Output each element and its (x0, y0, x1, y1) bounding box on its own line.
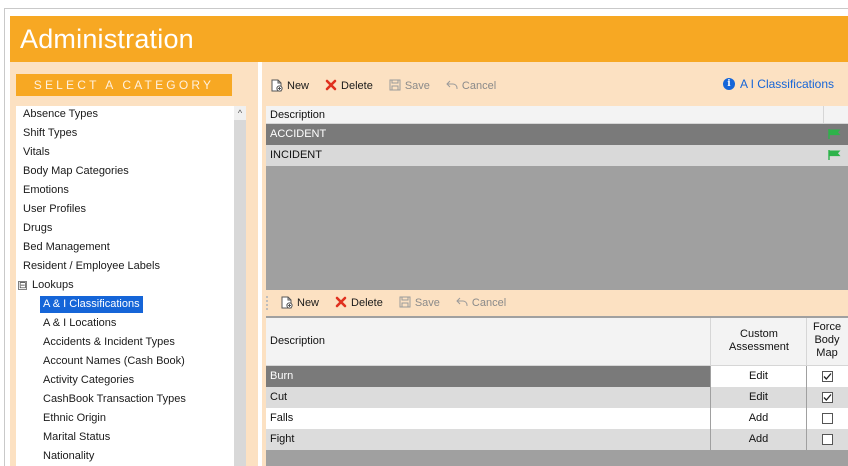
row-background (266, 387, 710, 408)
column-header-description[interactable]: Description (270, 335, 325, 347)
tree-item-absence-types[interactable]: Absence Types (20, 106, 101, 123)
undo-arrow-icon (456, 296, 468, 310)
app-window: Administration SELECT A CATEGORY Absence… (0, 0, 848, 466)
row-description: Cut (270, 391, 288, 403)
tree-item-cashbook-transaction-types[interactable]: CashBook Transaction Types (40, 391, 189, 408)
green-flag-icon (828, 150, 841, 160)
breadcrumb: i A I Classifications (722, 77, 834, 91)
new-document-icon (280, 296, 293, 311)
row-description: Fight (270, 433, 295, 445)
add-assessment-button[interactable]: Add (711, 408, 806, 429)
category-tree: Absence Types Shift Types Vitals Body Ma… (16, 106, 246, 466)
row-background (266, 429, 710, 450)
save-label: Save (414, 297, 440, 309)
table-row[interactable]: ACCIDENT (266, 124, 848, 145)
row-description: Falls (270, 412, 294, 424)
column-header-custom-assessment[interactable]: Custom Assessment (712, 328, 806, 354)
tree-item-ethnic-origin[interactable]: Ethnic Origin (40, 410, 109, 427)
grid-header: Description (266, 106, 848, 124)
new-label: New (297, 297, 320, 309)
force-body-map-cell (807, 408, 848, 429)
collapse-lookups-icon[interactable]: ⊟ (18, 281, 27, 290)
row-description: ACCIDENT (270, 128, 327, 140)
delete-x-icon (325, 79, 337, 93)
tree-item-body-map-categories[interactable]: Body Map Categories (20, 163, 132, 180)
table-row[interactable]: Fight Add (266, 429, 848, 450)
save-label: Save (404, 80, 430, 92)
green-flag-icon (828, 129, 841, 139)
edit-assessment-button[interactable]: Edit (711, 366, 806, 387)
tree-item-ai-classifications[interactable]: A & I Classifications (40, 296, 143, 313)
tree-item-ai-locations[interactable]: A & I Locations (40, 315, 119, 332)
new-type-button[interactable]: New (280, 296, 319, 311)
column-divider (710, 318, 711, 366)
types-grid: Description Custom Assessment Force Body… (266, 318, 848, 466)
title-bar: Administration (10, 16, 848, 62)
new-label: New (287, 80, 310, 92)
force-body-map-checkbox[interactable] (822, 392, 833, 403)
table-row[interactable]: Cut Edit (266, 387, 848, 408)
force-body-map-checkbox[interactable] (822, 413, 833, 424)
types-toolbar-bar: New Delete Save Cancel (266, 290, 848, 316)
save-type-button[interactable]: Save (399, 296, 440, 310)
delete-label: Delete (341, 80, 373, 92)
category-heading: SELECT A CATEGORY (16, 74, 232, 96)
cancel-label: Cancel (461, 80, 497, 92)
scroll-up-icon[interactable]: ^ (234, 106, 246, 120)
info-icon: i (722, 78, 735, 90)
tree-item-shift-types[interactable]: Shift Types (20, 125, 80, 142)
category-panel: SELECT A CATEGORY Absence Types Shift Ty… (10, 62, 258, 466)
breadcrumb-label: A I Classifications (739, 77, 834, 91)
new-button[interactable]: New (270, 79, 309, 94)
delete-label: Delete (351, 297, 383, 309)
save-button[interactable]: Save (389, 79, 430, 93)
tree-item-resident-employee-labels[interactable]: Resident / Employee Labels (20, 258, 163, 275)
types-toolbar: New Delete Save Cancel (280, 291, 840, 315)
force-body-map-cell (807, 429, 848, 450)
column-header-description[interactable]: Description (270, 109, 325, 121)
cancel-button[interactable]: Cancel (446, 79, 496, 93)
cancel-type-button[interactable]: Cancel (456, 296, 506, 310)
tree-item-account-names[interactable]: Account Names (Cash Book) (40, 353, 188, 370)
tree-item-drugs[interactable]: Drugs (20, 220, 55, 237)
delete-type-button[interactable]: Delete (335, 296, 383, 310)
tree-item-accidents-incident-types[interactable]: Accidents & Incident Types (40, 334, 178, 351)
delete-button[interactable]: Delete (325, 79, 373, 93)
table-row[interactable]: Falls Add (266, 408, 848, 429)
detail-panel: New Delete Save Cancel i A I Classificat… (262, 62, 848, 466)
tree-item-emotions[interactable]: Emotions (20, 182, 72, 199)
row-description: Burn (270, 370, 294, 382)
tree-item-vitals[interactable]: Vitals (20, 144, 53, 161)
tree-item-activity-categories[interactable]: Activity Categories (40, 372, 137, 389)
tree-item-marital-status[interactable]: Marital Status (40, 429, 113, 446)
row-background (266, 408, 710, 429)
cancel-label: Cancel (471, 297, 507, 309)
tree-scrollbar[interactable]: ^ (234, 106, 246, 466)
toolbar-grip[interactable] (266, 296, 269, 310)
undo-arrow-icon (446, 79, 458, 93)
page-title: Administration (20, 24, 194, 54)
delete-x-icon (335, 296, 347, 310)
table-row[interactable]: INCIDENT (266, 145, 848, 166)
save-disk-icon (389, 79, 401, 93)
column-divider (823, 106, 824, 124)
add-assessment-button[interactable]: Add (711, 429, 806, 450)
tree-item-user-profiles[interactable]: User Profiles (20, 201, 89, 218)
tree-item-lookups[interactable]: Lookups (29, 277, 77, 294)
grid-header: Description Custom Assessment Force Body… (266, 318, 848, 366)
force-body-map-checkbox[interactable] (822, 434, 833, 445)
row-description: INCIDENT (270, 149, 322, 161)
new-document-icon (270, 79, 283, 94)
table-row[interactable]: Burn Edit (266, 366, 848, 387)
edit-assessment-button[interactable]: Edit (711, 387, 806, 408)
tree-item-bed-management[interactable]: Bed Management (20, 239, 113, 256)
force-body-map-checkbox[interactable] (822, 371, 833, 382)
column-header-force-body-map[interactable]: Force Body Map (806, 321, 848, 360)
row-background (266, 366, 710, 387)
tree-item-nationality[interactable]: Nationality (40, 448, 97, 465)
force-body-map-cell (807, 366, 848, 387)
force-body-map-cell (807, 387, 848, 408)
save-disk-icon (399, 296, 411, 310)
